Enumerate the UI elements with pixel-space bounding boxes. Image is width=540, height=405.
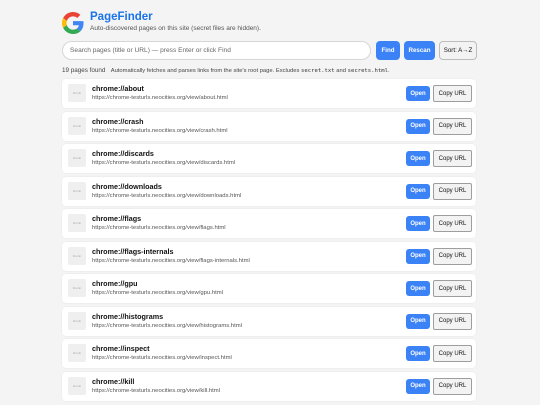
page-count: 19 pages found (62, 67, 106, 74)
page-thumbnail: thumb (68, 344, 86, 362)
page-title: chrome://flags-internals (92, 246, 174, 256)
list-item: thumb chrome://histograms https://chrome… (62, 306, 476, 336)
page-url: https://chrome-testurls.neocities.org/vi… (92, 160, 236, 166)
page-title: chrome://kill (92, 376, 135, 386)
list-item: thumb chrome://kill https://chrome-testu… (62, 371, 476, 401)
page-thumbnail: thumb (68, 376, 86, 395)
page-title: chrome://flags (92, 214, 142, 223)
page-title: chrome://about (92, 84, 144, 93)
open-button[interactable]: Open (406, 86, 430, 101)
open-button[interactable]: Open (406, 183, 430, 199)
list-item: thumb chrome://discards https://chrome-t… (62, 144, 476, 173)
page-thumbnail: thumb (68, 279, 86, 297)
page-url: https://chrome-testurls.neocities.org/vi… (92, 95, 228, 101)
open-button[interactable]: Open (406, 151, 430, 166)
page-url: https://chrome-testurls.neocities.org/vi… (92, 192, 242, 199)
copy-url-button[interactable]: Copy URL (433, 85, 472, 102)
page-thumbnail: thumb (68, 116, 86, 135)
search-input[interactable]: Search pages (title or URL) — press Ente… (62, 41, 371, 60)
open-button[interactable]: Open (406, 248, 430, 264)
list-item: thumb chrome://flags https://chrome-test… (62, 209, 476, 238)
list-item: thumb chrome://crash https://chrome-test… (62, 111, 476, 141)
page-url: https://chrome-testurls.neocities.org/vi… (92, 290, 223, 296)
page-url: https://chrome-testurls.neocities.org/vi… (92, 257, 250, 264)
copy-url-button[interactable]: Copy URL (433, 150, 472, 167)
page-title: chrome://crash (92, 116, 144, 126)
page-thumbnail: thumb (68, 149, 86, 167)
copy-url-button[interactable]: Copy URL (433, 280, 472, 297)
summary-period: . (388, 68, 390, 74)
page-title: chrome://discards (92, 149, 154, 158)
page-title: chrome://histograms (92, 311, 164, 321)
page-list: thumb chrome://about https://chrome-test… (62, 79, 476, 404)
page-url: https://chrome-testurls.neocities.org/vi… (92, 355, 232, 361)
copy-url-button[interactable]: Copy URL (433, 215, 472, 232)
copy-url-button[interactable]: Copy URL (433, 247, 472, 265)
list-item: thumb chrome://downloads https://chrome-… (62, 176, 476, 206)
page-thumbnail: thumb (68, 311, 86, 330)
rescan-button[interactable]: Rescan (404, 41, 435, 60)
open-button[interactable]: Open (406, 346, 430, 361)
sort-button[interactable]: Sort: A→Z (439, 41, 477, 60)
page-url: https://chrome-testurls.neocities.org/vi… (92, 322, 242, 329)
page-title: chrome://downloads (92, 181, 162, 191)
excluded-file-1: secret.txt (300, 68, 335, 74)
open-button[interactable]: Open (406, 313, 430, 329)
copy-url-button[interactable]: Copy URL (433, 182, 472, 200)
open-button[interactable]: Open (406, 216, 430, 231)
google-g-icon (62, 12, 84, 34)
app-subtitle: Auto-discovered pages on this site (secr… (90, 25, 261, 32)
page-thumbnail: thumb (68, 214, 86, 232)
page-thumbnail: thumb (68, 181, 86, 200)
summary-note: Automatically fetches and parses links f… (110, 68, 300, 74)
list-item: thumb chrome://inspect https://chrome-te… (62, 339, 476, 368)
page-thumbnail: thumb (68, 84, 86, 102)
copy-url-button[interactable]: Copy URL (433, 312, 472, 330)
excluded-file-2: secrets.html (347, 68, 389, 74)
summary-and: and (336, 68, 346, 74)
page-title: chrome://gpu (92, 279, 138, 288)
copy-url-button[interactable]: Copy URL (433, 377, 472, 395)
app-title: PageFinder (90, 11, 153, 23)
list-item: thumb chrome://gpu https://chrome-testur… (62, 274, 476, 303)
list-item: thumb chrome://about https://chrome-test… (62, 79, 476, 108)
page-url: https://chrome-testurls.neocities.org/vi… (92, 127, 228, 134)
page-thumbnail: thumb (68, 246, 86, 265)
page-url: https://chrome-testurls.neocities.org/vi… (92, 225, 226, 231)
copy-url-button[interactable]: Copy URL (433, 345, 472, 362)
summary-line: 19 pages found Automatically fetches and… (62, 67, 390, 74)
find-button[interactable]: Find (376, 41, 400, 60)
open-button[interactable]: Open (406, 118, 430, 134)
page-title: chrome://inspect (92, 344, 150, 353)
copy-url-button[interactable]: Copy URL (433, 117, 472, 135)
header: PageFinder Auto-discovered pages on this… (62, 10, 261, 34)
open-button[interactable]: Open (406, 281, 430, 296)
search-placeholder: Search pages (title or URL) — press Ente… (70, 47, 231, 54)
page-url: https://chrome-testurls.neocities.org/vi… (92, 387, 221, 394)
open-button[interactable]: Open (406, 378, 430, 394)
list-item: thumb chrome://flags-internals https://c… (62, 241, 476, 271)
